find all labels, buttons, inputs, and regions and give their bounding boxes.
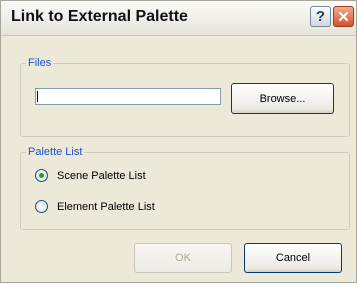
link-external-palette-dialog: Link to External Palette ? ✕ Files Brows…: [0, 0, 357, 283]
palette-list-group: Palette List: [20, 146, 350, 230]
cancel-button-label: Cancel: [275, 252, 311, 264]
file-path-input[interactable]: [35, 88, 221, 105]
title-bar[interactable]: Link to External Palette ? ✕: [1, 1, 356, 36]
text-cursor: [37, 91, 38, 102]
element-palette-radio[interactable]: [35, 200, 48, 213]
browse-button-label: Browse...: [259, 92, 306, 105]
scene-palette-option[interactable]: Scene Palette List: [35, 169, 146, 182]
help-icon: ?: [315, 8, 326, 25]
element-palette-option[interactable]: Element Palette List: [35, 200, 155, 213]
dialog-title: Link to External Palette: [11, 8, 188, 25]
close-button[interactable]: ✕: [333, 6, 354, 27]
browse-button[interactable]: Browse...: [231, 83, 334, 114]
cancel-button[interactable]: Cancel: [244, 243, 342, 273]
scene-palette-radio[interactable]: [35, 169, 48, 182]
files-group-label: Files: [28, 57, 52, 69]
ok-button-label: OK: [175, 252, 191, 264]
element-palette-label[interactable]: Element Palette List: [57, 201, 155, 213]
scene-palette-label[interactable]: Scene Palette List: [57, 170, 146, 182]
close-icon: ✕: [337, 8, 350, 26]
ok-button[interactable]: OK: [134, 243, 232, 273]
palette-list-group-label: Palette List: [28, 146, 83, 158]
help-button[interactable]: ?: [310, 6, 331, 27]
